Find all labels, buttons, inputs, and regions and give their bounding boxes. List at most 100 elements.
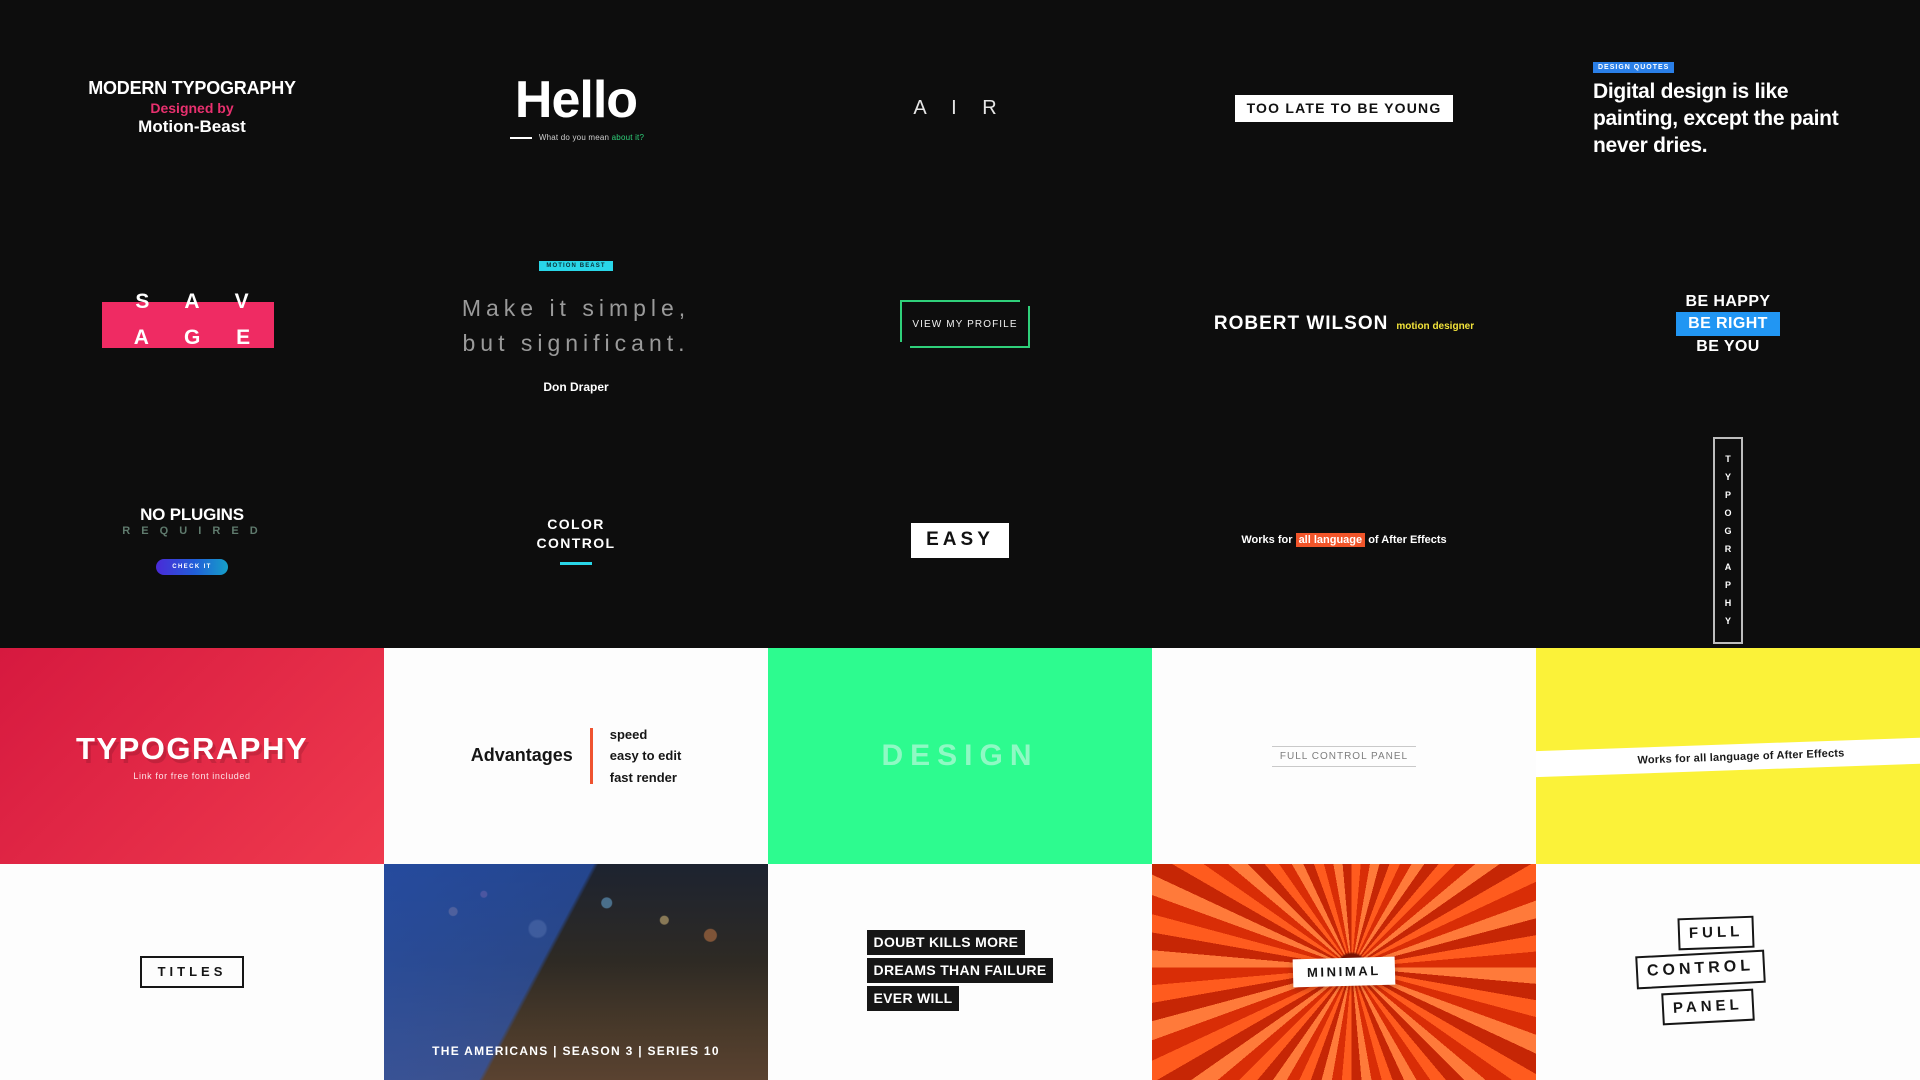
advantages-list: speed easy to edit fast render — [610, 724, 682, 787]
typography-red-subtitle: Link for free font included — [133, 771, 251, 781]
air-headline: A I R — [913, 96, 1007, 119]
view-my-profile-label: VIEW MY PROFILE — [912, 318, 1018, 330]
doubt-line-2: DREAMS THAN FAILURE — [866, 958, 1054, 983]
cell-modern-typography: MODERN TYPOGRAPHY Designed by Motion-Bea… — [0, 0, 384, 216]
vertical-letter: A — [1724, 561, 1732, 572]
row-1: MODERN TYPOGRAPHY Designed by Motion-Bea… — [0, 0, 1920, 216]
cell-be-happy: BE HAPPY BE RIGHT BE YOU — [1536, 216, 1920, 432]
vertical-letter: O — [1724, 507, 1732, 518]
cell-make-it-simple: MOTION BEAST Make it simple, but signifi… — [384, 216, 768, 432]
row-5: TITLES THE AMERICANS | SEASON 3 | SERIES… — [0, 864, 1920, 1080]
simple-line-2: but significant. — [462, 329, 690, 356]
vertical-letter: G — [1724, 525, 1732, 536]
design-quote-block: DESIGN QUOTES Digital design is like pai… — [1593, 56, 1863, 160]
robert-wilson-block: ROBERT WILSON motion designer — [1214, 313, 1474, 335]
color-control-line-1: COLOR — [547, 516, 605, 533]
hello-block: Hello What do you mean about it? — [508, 74, 644, 142]
vertical-letter: T — [1725, 453, 1731, 464]
doubt-line-3: EVER WILL — [866, 986, 960, 1011]
cell-titles: TITLES — [0, 864, 384, 1080]
cell-no-plugins: NO PLUGINS R E Q U I R E D CHECK IT — [0, 432, 384, 648]
simple-author: Don Draper — [543, 380, 609, 394]
hello-headline: Hello — [514, 71, 638, 129]
make-it-simple-block: MOTION BEAST Make it simple, but signifi… — [462, 254, 690, 394]
be-happy-block: BE HAPPY BE RIGHT BE YOU — [1676, 291, 1780, 358]
dash-icon — [509, 136, 532, 139]
fcp-word-full: FULL — [1677, 915, 1755, 951]
doubt-kills-block: DOUBT KILLS MORE DREAMS THAN FAILURE EVE… — [866, 930, 1054, 1014]
row-3: NO PLUGINS R E Q U I R E D CHECK IT COLO… — [0, 432, 1920, 648]
vertical-typography-box: T Y P O G R A P H Y — [1713, 436, 1743, 644]
cell-minimal: MINIMAL — [1152, 864, 1536, 1080]
robert-wilson-name: ROBERT WILSON — [1213, 313, 1389, 334]
cell-yellow-strip-panel: Works for all language of After Effects — [1536, 648, 1920, 864]
fcp-word-control: CONTROL — [1635, 949, 1766, 990]
cell-savage: S A V A G E — [0, 216, 384, 432]
all-language-highlight: all language — [1295, 533, 1366, 547]
design-panel-title: DESIGN — [881, 739, 1039, 772]
vertical-letter: Y — [1724, 471, 1731, 482]
typography-red-title: TYPOGRAPHY — [75, 731, 309, 766]
simple-line-1: Make it simple, — [461, 295, 691, 321]
row-2: S A V A G E MOTION BEAST Make it simple,… — [0, 216, 1920, 432]
americans-caption: THE AMERICANS | SEASON 3 | SERIES 10 — [432, 1044, 720, 1058]
fcp-word-panel: PANEL — [1661, 988, 1755, 1026]
modern-typography-block: MODERN TYPOGRAPHY Designed by Motion-Bea… — [88, 78, 296, 138]
minimal-badge: MINIMAL — [1292, 956, 1396, 988]
cell-hello: Hello What do you mean about it? — [384, 0, 768, 216]
no-plugins-block: NO PLUGINS R E Q U I R E D CHECK IT — [122, 505, 261, 575]
design-quote-text: Digital design is like painting, except … — [1593, 80, 1839, 157]
cell-design-quote: DESIGN QUOTES Digital design is like pai… — [1536, 0, 1920, 216]
design-quotes-badge: DESIGN QUOTES — [1593, 62, 1675, 74]
vertical-letter: Y — [1724, 615, 1731, 626]
cell-design-panel: DESIGN — [768, 648, 1152, 864]
cell-view-my-profile: VIEW MY PROFILE — [768, 216, 1152, 432]
motion-beast-badge: MOTION BEAST — [539, 261, 613, 271]
cell-doubt-kills: DOUBT KILLS MORE DREAMS THAN FAILURE EVE… — [768, 864, 1152, 1080]
works-for-languages-line: Works for all language of After Effects — [1241, 533, 1447, 547]
vertical-letter: P — [1724, 489, 1731, 500]
cell-full-control-panel: FULL CONTROL PANEL — [1152, 648, 1536, 864]
modern-subtitle: Designed by — [150, 100, 234, 117]
color-control-underline — [559, 561, 592, 565]
hello-subtitle-accent: about it? — [611, 133, 645, 142]
typography-pack-board: MODERN TYPOGRAPHY Designed by Motion-Bea… — [0, 0, 1920, 1080]
doubt-line-1: DOUBT KILLS MORE — [866, 930, 1026, 955]
savage-block: S A V A G E — [92, 284, 292, 364]
advantages-item: easy to edit — [609, 748, 682, 764]
row-4: TYPOGRAPHY Link for free font included A… — [0, 648, 1920, 864]
hello-subtitle: What do you mean about it? — [538, 133, 645, 142]
yellow-strip: Works for all language of After Effects — [1536, 735, 1920, 779]
typography-red-block: TYPOGRAPHY Link for free font included — [76, 731, 308, 781]
check-it-button[interactable]: CHECK IT — [156, 559, 228, 575]
advantages-item: speed — [609, 727, 648, 743]
cell-americans: THE AMERICANS | SEASON 3 | SERIES 10 — [384, 864, 768, 1080]
vertical-letter: H — [1724, 597, 1732, 608]
cell-full-control-panel-stack: FULL CONTROL PANEL — [1536, 864, 1920, 1080]
full-control-panel-label: FULL CONTROL PANEL — [1271, 745, 1417, 767]
cell-typography-red-panel: TYPOGRAPHY Link for free font included — [0, 648, 384, 864]
modern-author-name: Motion-Beast — [138, 117, 246, 137]
vertical-letter: P — [1724, 579, 1731, 590]
be-happy-line-1: BE HAPPY — [1685, 292, 1771, 310]
view-my-profile-button[interactable]: VIEW MY PROFILE — [900, 300, 1030, 348]
modern-title: MODERN TYPOGRAPHY — [88, 78, 296, 99]
cell-works-for-languages: Works for all language of After Effects — [1152, 432, 1536, 648]
color-control-line-2: CONTROL — [536, 534, 616, 551]
cell-easy: EASY — [768, 432, 1152, 648]
be-happy-line-3: BE YOU — [1696, 337, 1760, 355]
savage-line-1: S A V — [135, 290, 264, 313]
hello-subtitle-row: What do you mean about it? — [508, 133, 644, 142]
color-control-block: COLOR CONTROL — [536, 515, 616, 565]
be-happy-line-2: BE RIGHT — [1676, 312, 1780, 336]
cell-air: A I R — [768, 0, 1152, 216]
titles-box: TITLES — [139, 956, 245, 988]
cell-robert-wilson: ROBERT WILSON motion designer — [1152, 216, 1536, 432]
easy-banner: EASY — [911, 522, 1009, 558]
no-plugins-line-1: NO PLUGINS — [140, 505, 244, 524]
robert-wilson-role: motion designer — [1396, 321, 1475, 332]
too-late-banner: TOO LATE TO BE YOUNG — [1234, 94, 1454, 122]
advantages-title: Advantages — [470, 745, 573, 766]
vertical-letter: R — [1724, 543, 1732, 554]
advantages-item: fast render — [609, 769, 677, 785]
